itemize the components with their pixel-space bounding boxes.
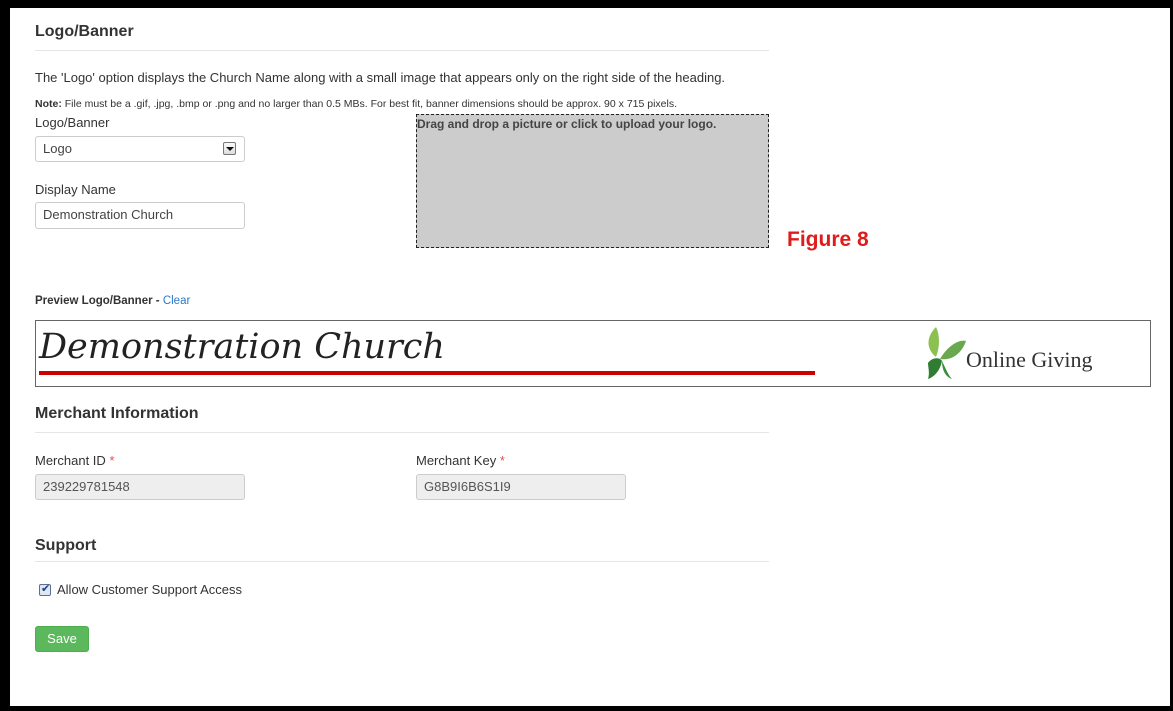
clear-link[interactable]: Clear [163, 295, 190, 307]
save-button[interactable]: Save [35, 626, 89, 652]
merchant-id-label: Merchant ID [35, 453, 106, 468]
logo-upload-dropzone[interactable]: Drag and drop a picture or click to uplo… [416, 114, 769, 248]
banner-preview: Demonstration Church Online Giving [35, 320, 1151, 387]
preview-accent-line [39, 371, 815, 375]
required-marker: * [109, 453, 115, 468]
section-divider [35, 561, 769, 562]
logo-type-label: Logo/Banner [35, 115, 110, 130]
preview-church-name: Demonstration Church [39, 327, 445, 367]
display-name-input[interactable]: Demonstration Church [35, 202, 245, 229]
preview-label-row: Preview Logo/Banner - Clear [35, 295, 190, 307]
figure-caption: Figure 8 [787, 228, 869, 251]
merchant-key-label: Merchant Key [416, 453, 497, 468]
support-heading: Support [35, 537, 97, 554]
merchant-key-value: G8B9I6B6S1I9 [424, 479, 511, 494]
display-name-value: Demonstration Church [43, 207, 174, 222]
preview-label: Preview Logo/Banner - [35, 295, 160, 307]
file-note: Note: File must be a .gif, .jpg, .bmp or… [35, 98, 677, 110]
section-divider [35, 432, 769, 433]
support-access-label: Allow Customer Support Access [57, 582, 242, 597]
merchant-key-label-row: Merchant Key * [416, 453, 505, 468]
note-label: Note: [35, 98, 62, 110]
settings-page: Logo/Banner The 'Logo' option displays t… [10, 8, 1170, 706]
note-text: File must be a .gif, .jpg, .bmp or .png … [61, 98, 678, 110]
merchant-heading: Merchant Information [35, 405, 199, 422]
online-giving-leaf-icon [928, 327, 966, 379]
logo-description: The 'Logo' option displays the Church Na… [35, 70, 726, 85]
merchant-key-input[interactable]: G8B9I6B6S1I9 [416, 474, 626, 500]
preview-brand-text: Online Giving [966, 347, 1093, 372]
merchant-id-input[interactable]: 239229781548 [35, 474, 245, 500]
logo-type-select[interactable]: Logo [35, 136, 245, 162]
logo-type-value: Logo [43, 141, 72, 156]
required-marker: * [499, 453, 505, 468]
dropzone-text: Drag and drop a picture or click to uplo… [417, 117, 717, 131]
chevron-down-icon[interactable] [223, 142, 236, 155]
merchant-id-label-row: Merchant ID * [35, 453, 115, 468]
logo-banner-heading: Logo/Banner [35, 23, 134, 40]
display-name-label: Display Name [35, 182, 116, 197]
support-access-checkbox[interactable] [39, 582, 51, 596]
merchant-id-value: 239229781548 [43, 479, 130, 494]
section-divider [35, 50, 769, 51]
